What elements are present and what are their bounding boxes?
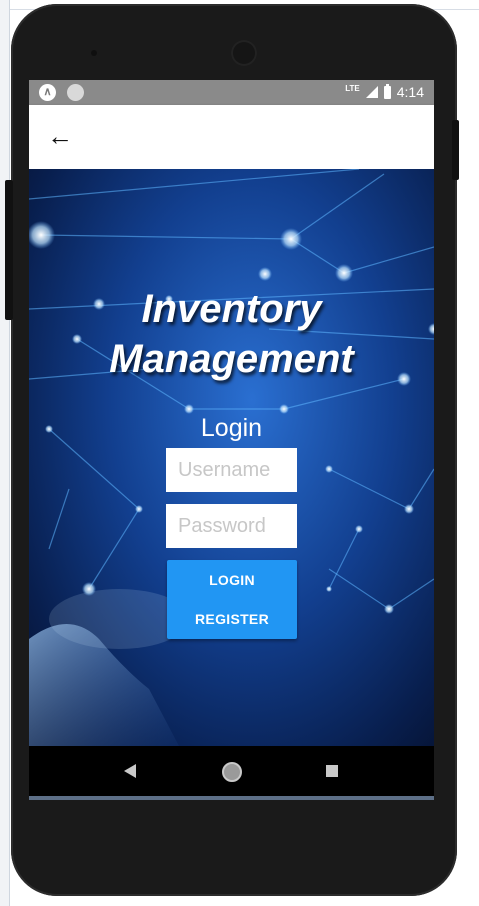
lte-label: LTE [345, 83, 360, 93]
app-title-line2: Management [109, 337, 354, 381]
phone-screen: ∧ LTE 4:14 ← Inventory Management Login … [29, 80, 434, 798]
password-input[interactable] [166, 504, 297, 548]
android-nav-bar [29, 746, 434, 798]
status-time: 4:14 [396, 84, 424, 100]
circle-notification-icon [67, 84, 84, 101]
power-button [452, 120, 459, 180]
app-title-line1: Inventory [141, 287, 322, 331]
username-input[interactable] [166, 448, 297, 492]
status-right: LTE 4:14 [345, 83, 424, 100]
android-notification-icon: ∧ [39, 84, 56, 101]
status-bar: ∧ LTE 4:14 [29, 80, 434, 105]
nav-home-icon[interactable] [222, 762, 242, 782]
battery-icon [383, 83, 391, 99]
volume-button [5, 180, 13, 320]
app-bar: ← [29, 105, 434, 169]
nav-recents-icon[interactable] [326, 765, 338, 777]
proximity-sensor [91, 50, 97, 56]
register-button[interactable]: REGISTER [167, 601, 297, 637]
login-content: Inventory Management Login LOGIN REGISTE… [29, 169, 434, 746]
back-button[interactable]: ← [45, 123, 75, 151]
arrow-left-icon: ← [47, 121, 73, 151]
nav-back-icon[interactable] [124, 764, 136, 778]
login-button[interactable]: LOGIN [167, 562, 297, 598]
auth-buttons: LOGIN REGISTER [167, 560, 297, 639]
page-edge-left [0, 0, 10, 906]
login-heading: Login [200, 414, 263, 442]
earpiece-speaker [231, 40, 257, 66]
screen-bottom-edge [29, 796, 434, 800]
signal-icon [365, 86, 378, 98]
